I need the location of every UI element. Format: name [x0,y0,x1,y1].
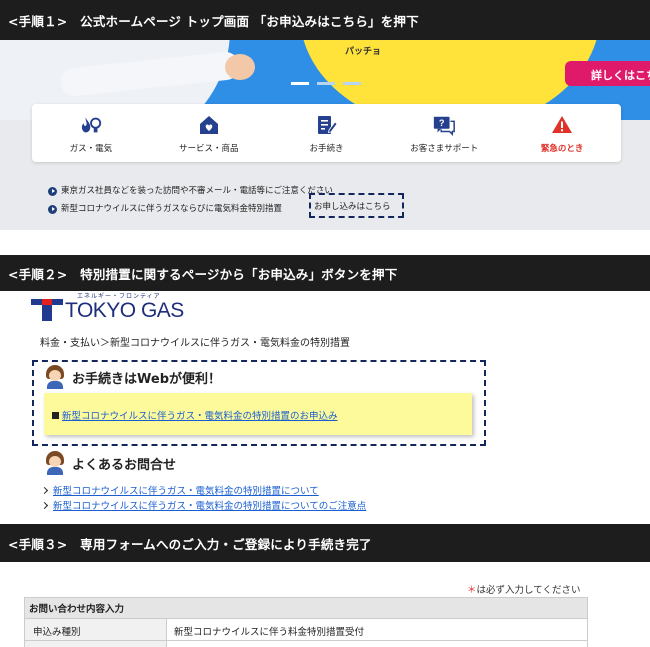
avatar-icon [44,365,66,389]
required-note: ＊は必ず入力してください [467,585,581,596]
chevron-right-icon [40,501,49,510]
banner-text: パッチョ [345,47,382,57]
apply-box: 新型コロナウイルスに伴うガス・電気料金の特別措置のお申込み [44,393,472,435]
menu-label: お手続き [309,144,344,154]
logo-subtext: エネルギー・フロンティア [77,293,161,300]
web-section-heading: お手続きはWebが便利！ [72,372,221,387]
form-row-value: 新型コロナウイルスに伴う料金特別措置受付 [174,627,365,638]
form-row [24,641,588,647]
tokyo-gas-logo[interactable]: TOKYO GAS エネルギー・フロンティア [31,293,184,322]
svg-text:?: ? [439,118,445,128]
notice-item[interactable]: 新型コロナウイルスに伴うガスならびに電気料金特別措置 [48,200,333,218]
inquiry-form: お問い合わせ内容入力 申込み種別 新型コロナウイルスに伴う料金特別措置受付 [24,597,588,647]
warning-icon [550,113,574,137]
form-section-title: お問い合わせ内容入力 [24,597,588,619]
step2-title: <手順２> 特別措置に関するページから「お申込み」ボタンを押下 [8,266,398,282]
arrow-circle-icon [48,204,57,214]
list-item[interactable]: 新型コロナウイルスに伴うガス・電気料金の特別措置について [40,484,366,499]
logo-text: TOKYO GAS [65,299,184,322]
apply-link[interactable]: お申し込みはこちら [314,200,394,212]
chevron-right-icon [40,486,49,495]
carousel-dot[interactable] [317,82,335,85]
arrow-circle-icon [48,186,57,196]
notice-list: 東京ガス社員などを装った訪問や不審メール・電話等にご注意ください 新型コロナウイ… [48,182,333,218]
list-item[interactable]: 新型コロナウイルスに伴うガス・電気料金の特別措置についてのご注意点 [40,499,366,514]
form-row: 申込み種別 新型コロナウイルスに伴う料金特別措置受付 [24,619,588,641]
menu-item-emergency[interactable]: 緊急のとき [503,104,621,162]
carousel-dots[interactable] [291,82,361,85]
breadcrumb: 料金・支払い＞新型コロナウイルスに伴うガス・電気料金の特別措置 [40,338,350,349]
menu-label: サービス・商品 [178,144,239,154]
step2-header: <手順２> 特別措置に関するページから「お申込み」ボタンを押下 [0,255,650,291]
avatar-icon [44,451,66,475]
menu-item-support[interactable]: ? お客さまサポート [385,104,503,162]
step3-title: <手順３> 専用フォームへのご入力・ご登録により手続き完了 [8,536,372,552]
step3-header: <手順３> 専用フォームへのご入力・ご登録により手続き完了 [0,524,650,562]
main-menu: ガス・電気 サービス・商品 お手続き ? お客さまサポート 緊急のとき [32,104,621,162]
menu-label: ガス・電気 [69,144,113,154]
step1-title: <手順１> 公式ホームページ トップ画面 「お申込みはこちら」を押下 [8,13,419,29]
chat-question-icon: ? [432,113,456,137]
form-row-label: 申込み種別 [25,619,167,640]
menu-label: 緊急のとき [540,144,584,154]
home-icon [197,113,221,137]
gas-electric-icon [79,113,103,137]
apply-online-link[interactable]: 新型コロナウイルスに伴うガス・電気料金の特別措置のお申込み [62,411,338,422]
more-info-button[interactable]: 詳しくはこち [565,61,650,86]
logo-mark-icon [31,299,63,321]
form-edit-icon [314,113,339,137]
menu-item-procedures[interactable]: お手続き [268,104,386,162]
carousel-dot[interactable] [343,82,361,85]
step1-header: <手順１> 公式ホームページ トップ画面 「お申込みはこちら」を押下 [0,0,650,40]
square-bullet-icon [52,412,59,419]
faq-heading: よくあるお問合せ [72,458,177,473]
menu-item-gas-electric[interactable]: ガス・電気 [32,104,150,162]
notice-item[interactable]: 東京ガス社員などを装った訪問や不審メール・電話等にご注意ください [48,182,333,200]
menu-item-services[interactable]: サービス・商品 [150,104,268,162]
carousel-dot[interactable] [291,82,309,85]
menu-label: お客さまサポート [410,144,479,154]
required-mark: ＊ [467,585,477,596]
faq-list: 新型コロナウイルスに伴うガス・電気料金の特別措置について 新型コロナウイルスに伴… [40,484,366,514]
